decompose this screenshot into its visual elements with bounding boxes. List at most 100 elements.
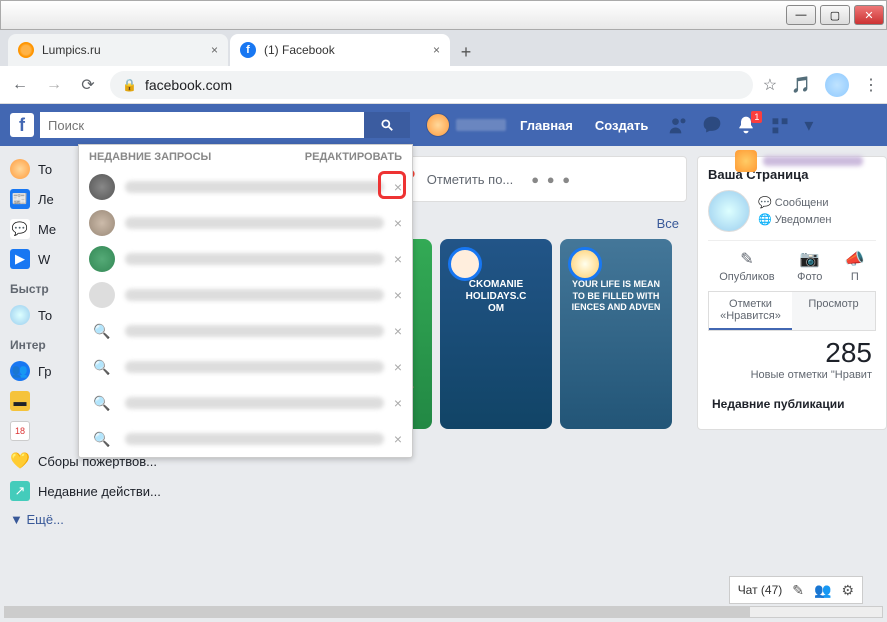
home-link[interactable]: Главная bbox=[512, 118, 581, 133]
search-button[interactable] bbox=[364, 112, 410, 138]
horizontal-scrollbar[interactable] bbox=[4, 606, 883, 618]
browser-menu-icon[interactable]: ⋮ bbox=[863, 75, 879, 95]
recent-publications-title: Недавние публикации bbox=[708, 389, 876, 419]
composer-more-button[interactable]: ● ● ● bbox=[531, 169, 572, 189]
profile-icon bbox=[10, 159, 30, 179]
page-avatar[interactable] bbox=[708, 190, 750, 232]
remove-result-icon[interactable]: × bbox=[394, 323, 402, 339]
sponsored-icon bbox=[735, 150, 757, 172]
flag-icon: ▬ bbox=[10, 391, 30, 411]
window-close-button[interactable]: ✕ bbox=[854, 5, 884, 25]
chat-settings-icon[interactable]: ⚙ bbox=[841, 582, 854, 599]
search-result-row[interactable]: 🔍 × bbox=[79, 385, 412, 421]
promote-button[interactable]: 📣П bbox=[845, 249, 865, 283]
likes-count: 285 bbox=[708, 331, 876, 369]
browser-tab-facebook[interactable]: f (1) Facebook × bbox=[230, 34, 450, 66]
megaphone-icon: 📣 bbox=[845, 249, 865, 269]
chat-label: Чат (47) bbox=[738, 583, 783, 597]
sponsored-chip[interactable] bbox=[735, 150, 863, 172]
annotation-highlight bbox=[378, 171, 406, 199]
chat-people-icon[interactable]: 👥 bbox=[814, 582, 831, 599]
window-minimize-button[interactable]: — bbox=[786, 5, 816, 25]
result-avatar bbox=[89, 174, 115, 200]
tab-label: Lumpics.ru bbox=[42, 43, 101, 57]
recent-searches-label: НЕДАВНИЕ ЗАПРОСЫ bbox=[89, 151, 211, 163]
remove-result-icon[interactable]: × bbox=[394, 359, 402, 375]
search-result-row[interactable]: × bbox=[79, 277, 412, 313]
browser-tab-lumpics[interactable]: Lumpics.ru × bbox=[8, 34, 228, 66]
remove-result-icon[interactable]: × bbox=[394, 287, 402, 303]
search-container bbox=[40, 112, 410, 138]
forward-button[interactable]: → bbox=[42, 76, 66, 94]
all-stories-link[interactable]: Все bbox=[657, 216, 679, 231]
profile-name-blur bbox=[456, 119, 506, 131]
profile-chip[interactable] bbox=[426, 113, 506, 137]
scrollbar-thumb[interactable] bbox=[5, 607, 750, 617]
friend-requests-icon[interactable] bbox=[668, 115, 688, 135]
views-tab[interactable]: Просмотр bbox=[792, 292, 875, 330]
search-result-row[interactable]: × bbox=[79, 205, 412, 241]
checkin-button[interactable]: 📍Отметить по... bbox=[401, 169, 513, 189]
search-result-row[interactable]: 🔍 × bbox=[79, 421, 412, 457]
search-history-icon: 🔍 bbox=[89, 390, 115, 416]
story-card[interactable]: YOUR LIFE IS MEAN TO BE FILLED WITH IENC… bbox=[560, 239, 672, 429]
reload-button[interactable]: ⟳ bbox=[76, 75, 100, 95]
lock-icon: 🔒 bbox=[122, 78, 137, 92]
page-icon bbox=[10, 305, 30, 325]
newsfeed-icon: 📰 bbox=[10, 189, 30, 209]
account-menu-icon[interactable]: ▾ bbox=[804, 115, 813, 136]
edit-searches-link[interactable]: РЕДАКТИРОВАТЬ bbox=[305, 151, 402, 163]
see-more-link[interactable]: ▼ Ещё... bbox=[6, 506, 194, 533]
page-messages-link[interactable]: 💬 Сообщени bbox=[758, 196, 831, 209]
story-avatar bbox=[568, 247, 602, 281]
remove-result-icon[interactable]: × bbox=[394, 251, 402, 267]
sidebar-item-recent[interactable]: ↗Недавние действи... bbox=[6, 476, 194, 506]
likes-sublabel: Новые отметки "Нравит bbox=[708, 369, 876, 389]
media-icon[interactable]: 🎵 bbox=[791, 75, 811, 95]
window-titlebar: — ▢ ✕ bbox=[0, 0, 887, 30]
likes-tab[interactable]: Отметки «Нравится» bbox=[709, 292, 792, 330]
calendar-icon: 18 bbox=[10, 421, 30, 441]
messenger-icon[interactable] bbox=[702, 115, 722, 135]
search-result-row[interactable]: 🔍 × bbox=[79, 349, 412, 385]
search-result-row[interactable]: × bbox=[79, 241, 412, 277]
search-history-icon: 🔍 bbox=[89, 318, 115, 344]
back-button[interactable]: ← bbox=[8, 76, 32, 94]
result-text-blur bbox=[125, 361, 384, 373]
facebook-favicon: f bbox=[240, 42, 256, 58]
quick-help-icon[interactable] bbox=[770, 115, 790, 135]
search-result-row[interactable]: 🔍 × bbox=[79, 313, 412, 349]
search-result-row[interactable]: × bbox=[79, 169, 412, 205]
search-input[interactable] bbox=[40, 112, 364, 138]
profile-avatar-icon[interactable] bbox=[825, 73, 849, 97]
close-tab-icon[interactable]: × bbox=[433, 43, 440, 57]
browser-toolbar: ← → ⟳ 🔒 facebook.com ☆ 🎵 ⋮ bbox=[0, 66, 887, 104]
remove-result-icon[interactable]: × bbox=[394, 431, 402, 447]
story-card[interactable]: CKOMANIE HOLIDAYS.C OM bbox=[440, 239, 552, 429]
profile-avatar-small bbox=[426, 113, 450, 137]
result-text-blur bbox=[125, 253, 384, 265]
notifications-icon[interactable]: 1 bbox=[736, 115, 756, 135]
window-maximize-button[interactable]: ▢ bbox=[820, 5, 850, 25]
new-message-icon[interactable]: ✎ bbox=[792, 582, 804, 599]
bookmark-star-icon[interactable]: ☆ bbox=[763, 75, 777, 95]
lumpics-favicon bbox=[18, 42, 34, 58]
publish-button[interactable]: ✎Опубликов bbox=[719, 249, 774, 283]
facebook-logo[interactable]: f bbox=[10, 113, 34, 137]
remove-result-icon[interactable]: × bbox=[394, 395, 402, 411]
browser-tab-strip: Lumpics.ru × f (1) Facebook × + bbox=[0, 30, 887, 66]
remove-result-icon[interactable]: × bbox=[394, 215, 402, 231]
groups-icon: 👥 bbox=[10, 361, 30, 381]
address-bar[interactable]: 🔒 facebook.com bbox=[110, 71, 753, 99]
result-text-blur bbox=[125, 433, 384, 445]
page-notifications-link[interactable]: 🌐 Уведомлен bbox=[758, 213, 831, 226]
create-link[interactable]: Создать bbox=[587, 118, 656, 133]
search-history-icon: 🔍 bbox=[89, 354, 115, 380]
result-avatar bbox=[89, 246, 115, 272]
new-tab-button[interactable]: + bbox=[452, 38, 480, 66]
your-page-card: Ваша Страница 💬 Сообщени 🌐 Уведомлен ✎Оп… bbox=[697, 156, 887, 430]
chat-dock[interactable]: Чат (47) ✎ 👥 ⚙ bbox=[729, 576, 863, 604]
facebook-header: f Главная Создать 1 ▾ bbox=[0, 104, 887, 146]
close-tab-icon[interactable]: × bbox=[211, 43, 218, 57]
photo-button[interactable]: 📷Фото bbox=[797, 249, 822, 283]
